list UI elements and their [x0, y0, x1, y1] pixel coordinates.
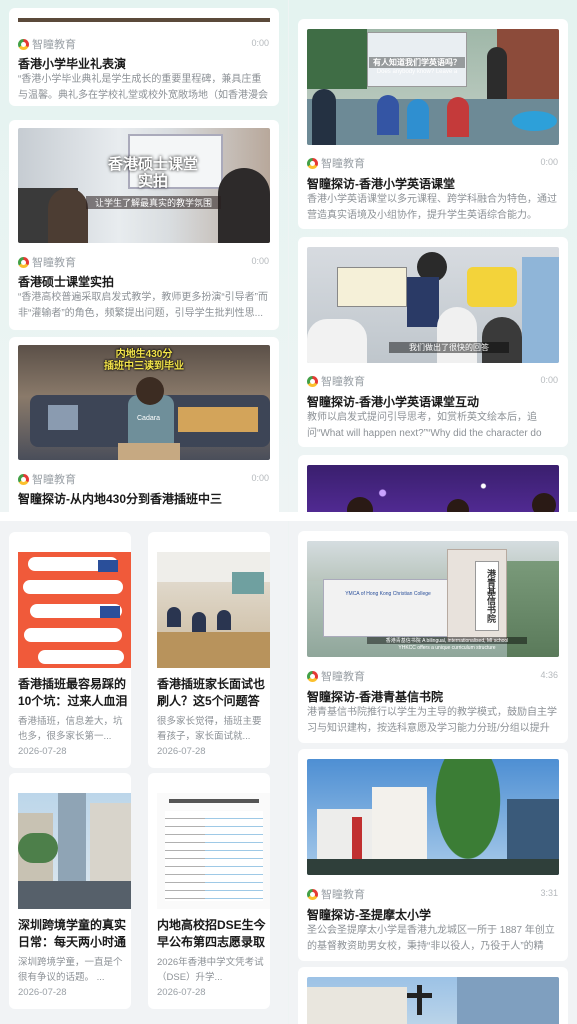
video-title: 香港小学毕业礼表演 [18, 57, 127, 71]
article-date: 2026-07-28 [18, 987, 67, 998]
source-label: 智瞳教育 [18, 36, 76, 52]
video-title: 智瞳探访-香港小学英语课堂 [307, 177, 455, 191]
thumbnail-subtitle-2: YHKCC offers a unique curriculum structu… [398, 645, 496, 651]
article-title: 香港插班家长面试也刷人？这5个问题答错... [157, 677, 266, 708]
video-card[interactable]: 我们做出了很快的回答 智瞳教育 0:00 智瞳探访-香港小学英语课堂互动 教师以… [298, 237, 568, 447]
video-feed-lower-right: YMCA of Hong Kong Christian College 港青基信… [289, 521, 577, 1024]
video-feed-left: 智瞳教育 0:00 香港小学毕业礼表演 “香港小学毕业典礼是学生成长的重要里程碑… [0, 0, 288, 512]
source-label: 智瞳教育 [307, 373, 365, 389]
article-thumbnail [157, 552, 270, 668]
video-card[interactable]: 智瞳教育 3:31 智瞳探访-圣提摩太小学 圣公会圣提摩太小学是香港九龙城区一所… [298, 749, 568, 961]
status-bar [289, 0, 577, 4]
article-card[interactable]: 内地高校招DSE生今早公布第四志愿录取结... 2026年香港中学文凭考试（DS… [148, 773, 270, 1009]
duration: 3:31 [540, 888, 558, 898]
source-label: 智瞳教育 [307, 155, 365, 171]
article-title: 内地高校招DSE生今早公布第四志愿录取结... [157, 918, 266, 949]
video-thumbnail: 有人知道我们学英语吗？ Does anybody know? Leave a [307, 29, 559, 145]
source-label: 智瞳教育 [307, 886, 365, 902]
video-desc: 香港小学英语课堂以多元课程、跨学科融合为特色，通过营造真实语境及小组协作，提升学… [307, 194, 557, 221]
video-title: 香港硕士课堂实拍 [18, 275, 115, 289]
article-desc: 香港插班，信息差大，坑也多，很多家长第一... [18, 716, 123, 742]
duration: 4:36 [540, 670, 558, 680]
video-title: 智瞳探访-圣提摩太小学 [307, 908, 431, 922]
duration: 0:00 [251, 256, 269, 266]
article-card[interactable]: 香港插班最容易踩的10个坑：过来人血泪教... 香港插班，信息差大，坑也多，很多… [9, 532, 131, 768]
duration: 0:00 [251, 473, 269, 483]
video-card[interactable] [298, 455, 568, 512]
thumbnail-title: 内地生430分 插班中三读到毕业 [104, 349, 184, 372]
video-card[interactable]: 有人知道我们学英语吗？ Does anybody know? Leave a 智… [298, 19, 568, 229]
video-title: 智瞳探访-从内地430分到香港插班中三 [18, 492, 223, 506]
thumbnail-caption: Cadara [137, 415, 160, 422]
article-desc: 深圳跨境学童，一直是个很有争议的话题。 ... [18, 957, 123, 983]
article-date: 2026-07-28 [157, 987, 206, 998]
article-thumbnail [18, 793, 131, 909]
brand-logo-icon [307, 375, 318, 387]
video-desc: 圣公会圣提摩太小学是香港九龙城区一所于 1887 年创立的基督教资助男女校，秉持… [307, 925, 555, 952]
article-date: 2026-07-28 [157, 746, 206, 757]
video-thumbnail: 内地生430分 插班中三读到毕业 Cadara [18, 345, 270, 460]
video-desc: 教师以启发式提问引导思考，如赏析英文绘本后，追问“What will happe… [307, 412, 542, 439]
video-desc: “香港小学毕业典礼是学生成长的重要里程碑，兼具庄重与温馨。典礼多在学校礼堂或校外… [18, 74, 268, 101]
article-card[interactable]: 香港插班家长面试也刷人？这5个问题答错... 很多家长觉得，插班主要看孩子，家长… [148, 532, 270, 768]
video-thumbnail: 我们做出了很快的回答 [307, 247, 559, 363]
article-desc: 2026年香港中学文凭考试（DSE）升学... [157, 957, 264, 983]
video-thumbnail [307, 465, 559, 512]
status-bar [0, 0, 288, 4]
video-card[interactable]: 内地生430分 插班中三读到毕业 Cadara 智瞳教育 0:00 智瞳探访-从… [9, 337, 279, 512]
thumbnail-screen-text: 有人知道我们学英语吗？ [369, 57, 465, 68]
thumbnail-sign: 港青基信书院 [475, 561, 499, 631]
video-title: 智瞳探访-香港青基信书院 [307, 690, 443, 704]
video-card[interactable]: YMCA of Hong Kong Christian College 港青基信… [298, 531, 568, 743]
video-title: 智瞳探访-香港小学英语课堂互动 [307, 395, 479, 409]
divider [0, 512, 577, 521]
video-feed-right: 有人知道我们学英语吗？ Does anybody know? Leave a 智… [289, 0, 577, 512]
thumbnail-title: 香港硕士课堂 实拍 [107, 156, 198, 190]
article-date: 2026-07-28 [18, 746, 67, 757]
article-grid: 香港插班最容易踩的10个坑：过来人血泪教... 香港插班，信息差大，坑也多，很多… [0, 521, 288, 1024]
video-thumbnail [307, 759, 559, 875]
duration: 0:00 [540, 157, 558, 167]
video-thumbnail: YMCA of Hong Kong Christian College 港青基信… [307, 541, 559, 657]
video-thumbnail [307, 977, 559, 1024]
brand-logo-icon [307, 157, 318, 169]
article-card[interactable]: 深圳跨境学童的真实日常：每天两小时通勤... 深圳跨境学童，一直是个很有争议的话… [9, 773, 131, 1009]
duration: 0:00 [540, 375, 558, 385]
video-desc: 港青基信书院推行以学生为主导的教学模式，鼓励自主学习与知识建构，按选科意愿及学习… [307, 707, 557, 734]
article-thumbnail [18, 552, 131, 668]
thumbnail-screen-text-en: Does anybody know? Leave a [376, 69, 458, 75]
source-label: 智瞳教育 [307, 668, 365, 684]
brand-logo-icon [307, 888, 318, 900]
brand-logo-icon [307, 670, 318, 682]
article-desc: 很多家长觉得，插班主要看孩子，家长面试就... [157, 716, 262, 742]
source-label: 智瞳教育 [18, 254, 76, 270]
video-desc: “香港高校普遍采取启发式教学，教师更多扮演“引导者”而非“灌输者”的角色，频繁提… [18, 292, 268, 319]
brand-logo-icon [18, 38, 29, 50]
thumbnail-subtitle: 让学生了解最真实的教学氛围 [86, 196, 221, 209]
article-title: 深圳跨境学童的真实日常：每天两小时通勤... [18, 918, 127, 949]
brand-logo-icon [18, 256, 29, 268]
brand-logo-icon [18, 473, 29, 485]
article-title: 香港插班最容易踩的10个坑：过来人血泪教... [18, 677, 128, 708]
source-label: 智瞳教育 [18, 471, 76, 487]
video-card[interactable]: 香港硕士课堂 实拍 让学生了解最真实的教学氛围 智瞳教育 0:00 香港硕士课堂… [9, 120, 279, 330]
article-thumbnail [157, 793, 270, 909]
video-card[interactable] [298, 967, 568, 1024]
thumbnail-subtitle: 我们做出了很快的回答 [389, 342, 509, 353]
video-card[interactable]: 智瞳教育 0:00 香港小学毕业礼表演 “香港小学毕业典礼是学生成长的重要里程碑… [9, 8, 279, 106]
video-thumbnail: 香港硕士课堂 实拍 让学生了解最真实的教学氛围 [18, 128, 270, 243]
duration: 0:00 [251, 38, 269, 48]
thumbnail-school-name-en: YMCA of Hong Kong Christian College [345, 591, 431, 597]
thumbnail-subtitle: 香港青基信书院 A bilingual, internationalised, … [367, 637, 527, 644]
